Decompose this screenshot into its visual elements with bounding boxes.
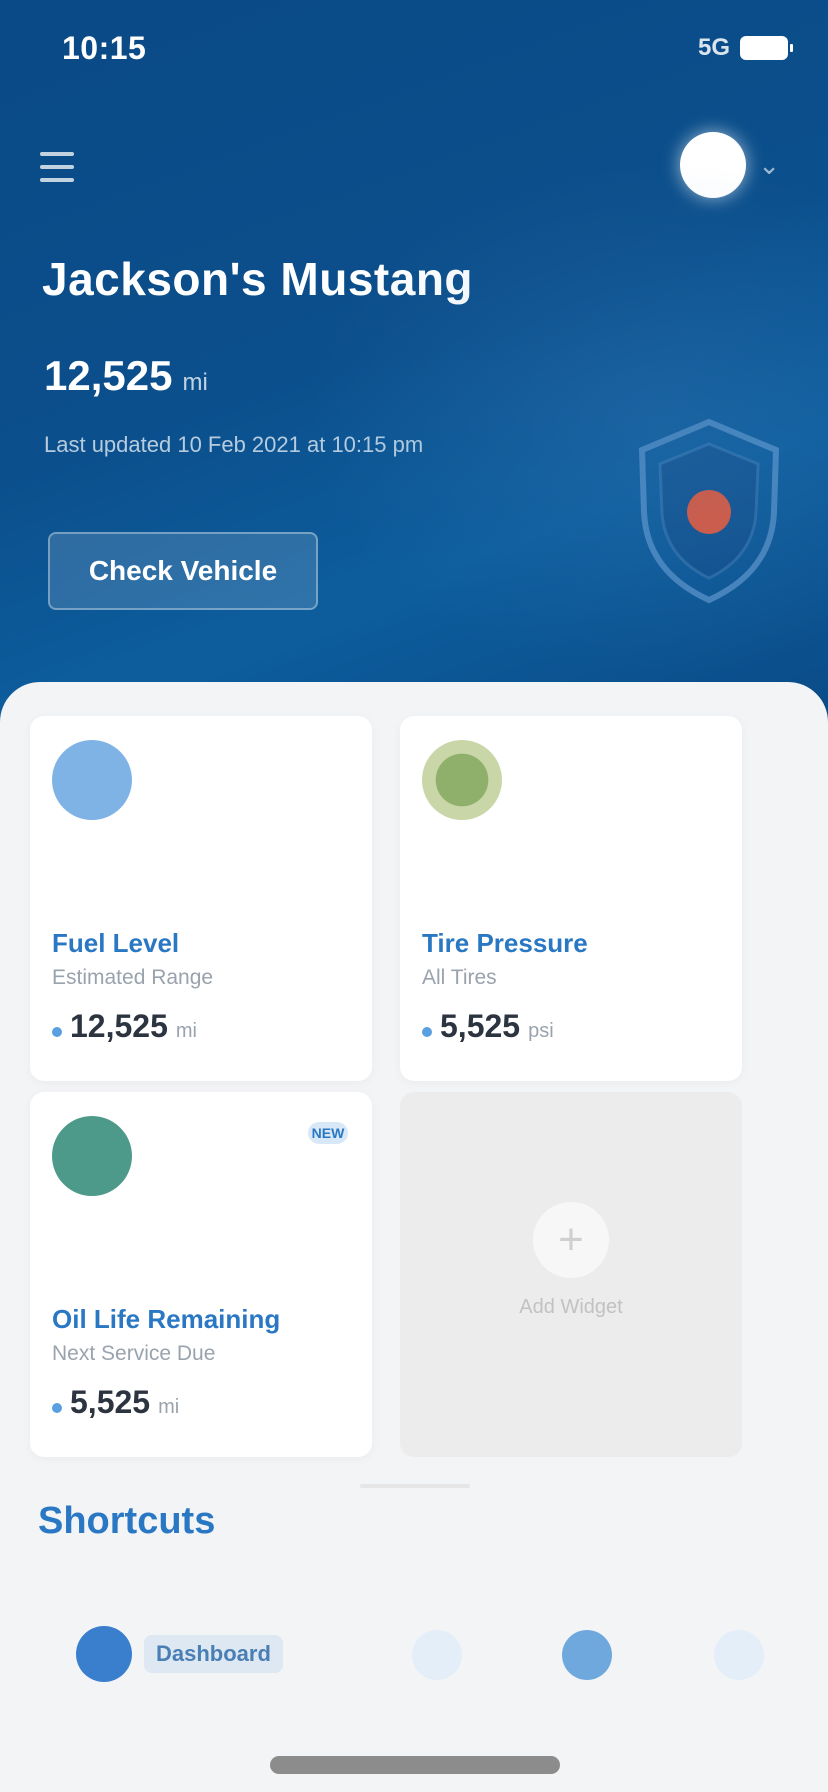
oil-icon	[52, 1116, 132, 1196]
vehicle-header: 10:15 5G ⌄ Jackson's Mustang 12,525 mi L…	[0, 0, 828, 740]
tab-vehicle[interactable]	[412, 1630, 462, 1680]
location-icon	[562, 1630, 612, 1680]
card-subtitle: Next Service Due	[52, 1342, 216, 1365]
tab-label: Dashboard	[144, 1635, 283, 1673]
card-stat: 5,525 mi	[52, 1384, 179, 1421]
dashboard-icon	[76, 1626, 132, 1682]
card-unit: psi	[528, 1020, 554, 1042]
bottom-tab-bar: Dashboard	[0, 1600, 828, 1710]
widget-card-tire[interactable]: Tire Pressure All Tires 5,525 psi	[400, 716, 742, 1081]
card-subtitle: Estimated Range	[52, 966, 214, 989]
network-label: 5G	[697, 34, 730, 61]
card-title: Oil Life Remaining	[52, 1304, 281, 1334]
avatar	[680, 132, 747, 198]
add-widget-card[interactable]: + Add Widget	[400, 1092, 742, 1457]
vehicle-icon	[412, 1630, 462, 1680]
card-value: 12,525	[70, 1008, 168, 1044]
chevron-down-icon: ⌄	[758, 149, 780, 180]
menu-button[interactable]	[40, 142, 90, 192]
mileage-value: 12,525	[44, 352, 173, 399]
status-bar: 10:15 5G	[0, 0, 828, 96]
card-unit: mi	[175, 1020, 197, 1042]
widget-card-oil[interactable]: NEW Oil Life Remaining Next Service Due …	[30, 1092, 372, 1457]
plus-icon: +	[533, 1202, 609, 1278]
add-widget-label: Add Widget	[519, 1296, 623, 1318]
card-unit: mi	[158, 1396, 180, 1418]
status-time: 10:15	[62, 30, 147, 66]
card-title: Tire Pressure	[422, 928, 588, 958]
app-screen: 10:15 5G ⌄ Jackson's Mustang 12,525 mi L…	[0, 0, 828, 1792]
tab-dashboard[interactable]: Dashboard	[76, 1626, 283, 1682]
shield-alert-icon[interactable]	[624, 408, 794, 608]
mileage-unit: mi	[182, 369, 208, 396]
page-indicator	[360, 1484, 470, 1488]
card-stat: 12,525 mi	[52, 1008, 197, 1045]
status-dot	[52, 1027, 62, 1037]
card-value: 5,525	[440, 1008, 521, 1044]
mileage: 12,525 mi	[44, 352, 208, 400]
tab-location[interactable]	[562, 1630, 612, 1680]
last-updated-text: Last updated 10 Feb 2021 at 10:15 pm	[44, 432, 424, 457]
new-badge: NEW	[308, 1122, 348, 1144]
status-icons: 5G	[697, 34, 793, 62]
home-indicator[interactable]	[270, 1756, 560, 1774]
card-stat: 5,525 psi	[422, 1008, 554, 1045]
fuel-icon	[52, 740, 132, 820]
battery-icon	[740, 36, 793, 60]
menu-icon	[40, 152, 74, 156]
widget-card-fuel[interactable]: Fuel Level Estimated Range 12,525 mi	[30, 716, 372, 1081]
status-dot	[52, 1403, 62, 1413]
tire-icon	[422, 740, 502, 820]
tab-account[interactable]	[714, 1630, 764, 1680]
section-title: Shortcuts	[38, 1500, 216, 1542]
vehicle-name: Jackson's Mustang	[42, 253, 474, 305]
card-subtitle: All Tires	[422, 966, 497, 989]
status-dot	[422, 1027, 432, 1037]
check-vehicle-button[interactable]: Check Vehicle	[48, 532, 318, 610]
profile-switcher[interactable]: ⌄	[680, 132, 780, 198]
account-icon	[714, 1630, 764, 1680]
card-title: Fuel Level	[52, 928, 180, 958]
card-value: 5,525	[70, 1384, 151, 1420]
